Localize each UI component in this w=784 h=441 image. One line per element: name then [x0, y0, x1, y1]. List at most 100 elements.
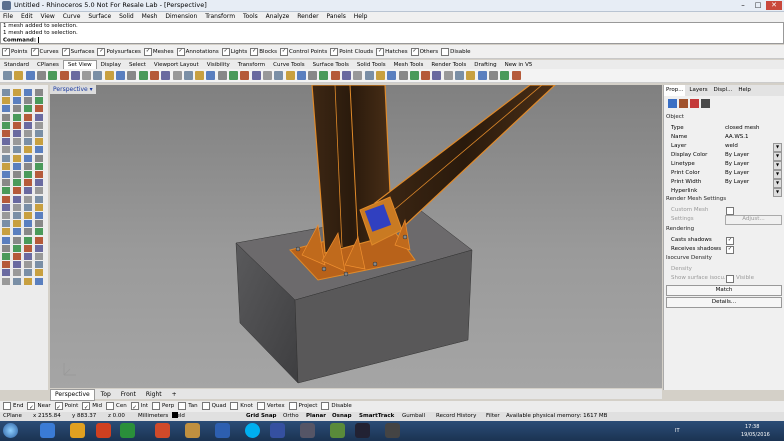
light-icon[interactable] [690, 99, 699, 108]
toolbar-tool-icon[interactable] [285, 71, 295, 80]
modeling-tool-icon[interactable] [13, 228, 21, 236]
modeling-tool-icon[interactable] [13, 236, 21, 244]
toolbar-tool-icon[interactable] [262, 71, 272, 80]
filter-lights[interactable]: ✓ Lights [221, 45, 247, 59]
modeling-tool-icon[interactable] [24, 220, 32, 228]
osnap-checkbox[interactable]: ✓ [27, 401, 36, 411]
modeling-tool-icon[interactable] [24, 269, 32, 277]
modeling-tool-icon[interactable] [24, 162, 32, 170]
toolbar-tool-icon[interactable] [387, 71, 397, 80]
toolbar-tool-icon[interactable] [240, 71, 250, 80]
menu-edit[interactable]: Edit [18, 12, 36, 22]
modeling-tool-icon[interactable] [2, 113, 10, 121]
modeling-tool-icon[interactable] [35, 187, 43, 195]
toolbar-tool-icon[interactable] [455, 71, 464, 80]
filter-others[interactable]: ✓ Others [410, 45, 438, 59]
osnap-end[interactable]: End [3, 401, 25, 412]
clock-time[interactable]: 17:38 [745, 424, 759, 430]
filter-curves[interactable]: ✓ Curves [30, 45, 59, 59]
menu-solid[interactable]: Solid [116, 12, 137, 22]
modeling-tool-icon[interactable] [35, 228, 43, 236]
smarttrack-toggle[interactable]: SmartTrack [359, 412, 394, 421]
modeling-tool-icon[interactable] [2, 277, 10, 285]
rhino-taskbar-icon[interactable] [300, 423, 315, 438]
toolbar-tool-icon[interactable] [421, 71, 431, 80]
app-icon[interactable] [385, 423, 400, 438]
modeling-tool-icon[interactable] [2, 154, 10, 162]
modeling-tool-icon[interactable] [13, 138, 21, 146]
command-prompt[interactable]: Command: [1, 37, 783, 45]
prop-value[interactable]: closed mesh [725, 124, 760, 133]
toolbar-tool-icon[interactable] [342, 71, 351, 80]
menu-dimension[interactable]: Dimension [162, 12, 200, 22]
modeling-tool-icon[interactable] [24, 130, 32, 137]
prop-value[interactable]: By Layer [725, 160, 749, 169]
toolbar-tool-icon[interactable] [319, 71, 329, 80]
modeling-tool-icon[interactable] [2, 228, 10, 236]
planar-toggle[interactable]: Planar [306, 412, 326, 421]
modeling-tool-icon[interactable] [2, 220, 10, 228]
word-icon[interactable] [215, 423, 230, 438]
toolbar-tool-icon[interactable] [364, 71, 374, 80]
modeling-tool-icon[interactable] [2, 212, 10, 219]
visible-checkbox[interactable] [726, 275, 734, 283]
filter-checkbox[interactable]: ✓ [2, 47, 10, 56]
modeling-tool-icon[interactable] [35, 244, 43, 252]
osnap-checkbox[interactable]: ✓ [82, 401, 91, 411]
toolbar-tool-icon[interactable] [48, 71, 58, 80]
modeling-tool-icon[interactable] [13, 195, 21, 203]
app-icon[interactable] [330, 423, 345, 438]
modeling-tool-icon[interactable] [24, 212, 32, 219]
modeling-tool-icon[interactable] [2, 236, 10, 244]
modeling-tool-icon[interactable] [13, 212, 21, 219]
modeling-tool-icon[interactable] [2, 203, 10, 211]
tab-front[interactable]: Front [117, 390, 140, 400]
menu-help[interactable]: Help [351, 12, 371, 22]
toolbar-tool-icon[interactable] [25, 71, 35, 80]
osnap-toggle[interactable]: Osnap [332, 412, 352, 421]
toolbar-tool-icon[interactable] [116, 71, 125, 80]
modeling-tool-icon[interactable] [35, 113, 43, 121]
filter-checkbox[interactable]: ✓ [176, 47, 185, 56]
modeling-tool-icon[interactable] [35, 89, 43, 96]
media-player-icon[interactable] [96, 423, 111, 438]
menu-file[interactable]: File [0, 12, 16, 22]
filter-control-points[interactable]: ✓ Control Points [280, 45, 327, 59]
filter-checkbox[interactable]: ✓ [280, 47, 289, 56]
toolbar-tool-icon[interactable] [195, 71, 205, 80]
units-label[interactable]: Millimeters [138, 412, 168, 421]
filter-polysurfaces[interactable]: ✓ Polysurfaces [97, 45, 141, 59]
prop-value[interactable]: weld [725, 142, 738, 151]
modeling-tool-icon[interactable] [24, 171, 32, 178]
tab-help[interactable]: Help [736, 85, 753, 96]
osnap-checkbox[interactable] [3, 401, 11, 410]
custom-mesh-checkbox[interactable] [726, 207, 734, 215]
modeling-tool-icon[interactable] [13, 187, 21, 195]
tab-layers[interactable]: Layers [687, 85, 709, 96]
texture-icon[interactable] [701, 99, 710, 108]
skype-icon[interactable] [245, 423, 260, 438]
toolbar-tool-icon[interactable] [36, 71, 46, 80]
toolbar-tool-icon[interactable] [488, 71, 498, 80]
toolbar-tool-icon[interactable] [432, 71, 442, 80]
modeling-tool-icon[interactable] [24, 253, 32, 260]
osnap-checkbox[interactable]: ✓ [130, 401, 139, 411]
modeling-tool-icon[interactable] [13, 269, 21, 277]
modeling-tool-icon[interactable] [24, 121, 32, 129]
prop-value[interactable]: By Layer [725, 178, 749, 187]
filter-checkbox[interactable]: ✓ [221, 47, 230, 56]
osnap-disable[interactable]: Disable [321, 401, 353, 412]
osnap-vertex[interactable]: Vertex [256, 401, 287, 412]
modeling-tool-icon[interactable] [24, 105, 32, 113]
osnap-checkbox[interactable] [201, 401, 210, 410]
modeling-tool-icon[interactable] [24, 97, 32, 105]
menu-render[interactable]: Render [294, 12, 321, 22]
close-button[interactable]: ✕ [766, 1, 782, 10]
modeling-tool-icon[interactable] [24, 113, 32, 121]
modeling-tool-icon[interactable] [2, 171, 10, 178]
modeling-tool-icon[interactable] [13, 121, 21, 129]
modeling-tool-icon[interactable] [35, 105, 43, 113]
toolbar-tool-icon[interactable] [172, 71, 182, 80]
toolbar-tool-icon[interactable] [251, 71, 261, 80]
osnap-checkbox[interactable] [230, 401, 239, 410]
